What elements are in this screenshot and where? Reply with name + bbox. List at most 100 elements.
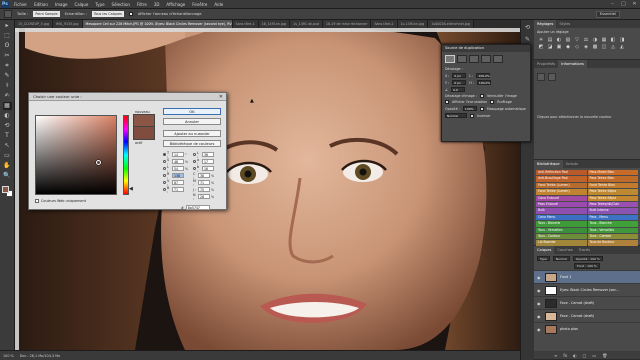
color-mode-radio[interactable]	[163, 153, 166, 156]
style-preset[interactable]: Bulk	[536, 208, 587, 214]
layer-footer-icon[interactable]: ◐	[573, 353, 577, 358]
adjustment-icon[interactable]: ▤	[546, 37, 554, 43]
adjustment-icon[interactable]: ▩	[591, 44, 599, 50]
tool-icon[interactable]: ✎	[3, 72, 12, 80]
menu-item[interactable]: Aide	[214, 2, 223, 7]
menu-item[interactable]: Calque	[74, 2, 88, 7]
style-preset[interactable]: Tous - Versailles	[587, 227, 638, 233]
maximize-button[interactable]: □	[620, 1, 627, 7]
hex-input[interactable]: 8a5747	[185, 205, 210, 210]
x-offset-field[interactable]: 0 px	[452, 73, 467, 78]
tab-properties[interactable]: Propriétés	[534, 60, 558, 68]
color-picker-title[interactable]: Choisir une couleur unie :	[29, 93, 226, 101]
menu-item[interactable]: 3D	[154, 2, 160, 7]
color-mode-radio[interactable]	[193, 160, 196, 163]
ok-button[interactable]: OK	[163, 108, 221, 115]
angle-field[interactable]: 0,0	[450, 87, 465, 92]
menu-item[interactable]: Type	[95, 2, 104, 7]
tool-icon[interactable]: ✂	[3, 52, 12, 60]
menu-item[interactable]: Fichier	[14, 2, 27, 7]
style-preset[interactable]: Lib Boarder	[536, 240, 587, 246]
tool-icon[interactable]: ✋	[3, 162, 12, 170]
style-preset[interactable]: Pass - Menu	[587, 214, 638, 221]
adjustment-icon[interactable]: ⚖	[582, 37, 590, 43]
style-preset[interactable]: Anti-Reflection Pool	[536, 170, 587, 176]
color-field-input[interactable]: 71	[198, 180, 210, 185]
style-preset[interactable]: Tous - Blanche	[587, 221, 638, 227]
style-preset[interactable]: Anti-Brouillage Pool	[536, 176, 587, 182]
adjustment-icon[interactable]: ◧	[609, 37, 617, 43]
menu-item[interactable]: Image	[55, 2, 68, 7]
zoom-level[interactable]: 100 %	[3, 354, 14, 358]
style-preset[interactable]: Tous - Contour	[536, 233, 587, 240]
auto-hide-checkbox[interactable]	[479, 106, 484, 111]
hue-slider-handle-icon[interactable]: ◀	[129, 187, 133, 192]
document-tab[interactable]: 15_CLOSEUP_5.jpg	[15, 20, 53, 28]
style-preset[interactable]: Bulk Intense	[587, 208, 638, 214]
style-preset[interactable]: Cano Menu	[536, 214, 587, 221]
current-color-swatch[interactable]	[133, 127, 155, 140]
hue-slider[interactable]	[123, 115, 129, 195]
eye-icon[interactable]: ◉	[537, 301, 542, 306]
document-tab[interactable]: Sans titre-1	[232, 20, 259, 28]
adjustment-icon[interactable]: ▣	[555, 44, 563, 50]
style-preset[interactable]: Pass Teinte Sépia	[587, 189, 638, 195]
tool-icon[interactable]: ʘ	[3, 42, 12, 50]
eyedropper-tool-icon[interactable]	[4, 10, 12, 18]
style-preset[interactable]: Pass Teinte Bleu	[587, 176, 638, 182]
tool-icon[interactable]: ▭	[3, 152, 12, 160]
layer-footer-icon[interactable]: ∞	[554, 353, 557, 358]
brush-presets-icon[interactable]: ✎	[524, 36, 532, 44]
menu-item[interactable]: Affichage	[166, 2, 185, 7]
tool-icon[interactable]: ⬚	[3, 32, 12, 40]
tab-scripts[interactable]: Scripts	[563, 160, 581, 168]
style-preset[interactable]: Tous - Cambie	[587, 233, 638, 240]
layer-footer-icon[interactable]: ▭	[592, 353, 596, 358]
adjustment-icon[interactable]: ▽	[573, 37, 581, 43]
adjustment-icon[interactable]: ◐	[555, 37, 563, 43]
color-libraries-button[interactable]: Bibliothèque de couleurs	[163, 140, 221, 147]
color-field-input[interactable]: 87	[172, 180, 184, 185]
color-field-input[interactable]: 36	[202, 152, 214, 157]
clone-source-slot-4[interactable]	[481, 55, 491, 63]
y-offset-field[interactable]: 0 px	[452, 80, 467, 85]
color-mode-radio[interactable]	[163, 188, 166, 191]
tool-icon[interactable]: ⌗	[3, 62, 12, 70]
style-preset[interactable]: Fond Teinte Bleu	[587, 182, 638, 189]
color-field-input[interactable]: 54	[172, 166, 184, 171]
color-field-input[interactable]: 14	[172, 152, 184, 157]
adjustment-icon[interactable]: ◪	[546, 44, 554, 50]
layer-footer-icon[interactable]: fx	[563, 353, 567, 358]
style-preset[interactable]: Pass Teinte/dil/Clair	[587, 201, 638, 208]
color-field-input[interactable]: 16	[202, 166, 214, 171]
color-field-input[interactable]: 138	[172, 173, 184, 178]
close-icon[interactable]: ✕	[219, 93, 223, 101]
adjustment-icon[interactable]: ☀	[537, 37, 545, 43]
tool-icon[interactable]: ◐	[3, 112, 12, 120]
height-scale-field[interactable]: 100,0%	[476, 80, 491, 85]
saturation-brightness-field[interactable]	[35, 115, 117, 195]
color-field-input[interactable]: 38	[198, 173, 210, 178]
tab-channels[interactable]: Couches	[554, 246, 575, 254]
color-swatches[interactable]	[1, 186, 13, 197]
lock-frame-checkbox[interactable]	[479, 94, 484, 98]
layer-footer-icon[interactable]: ▢	[583, 353, 587, 358]
foreground-color-swatch[interactable]	[1, 186, 9, 193]
adjustment-icon[interactable]: ◭	[618, 44, 626, 50]
tab-info[interactable]: Informations	[558, 60, 587, 68]
adjustment-icon[interactable]: ▧	[564, 37, 572, 43]
tab-styles[interactable]: Styles	[556, 20, 573, 28]
document-tab[interactable]: 1s_1491 ok.psd	[290, 20, 323, 28]
color-mode-radio[interactable]	[163, 167, 166, 170]
style-preset[interactable]: Pass Teinte Sépia	[587, 195, 638, 201]
clone-source-slot-1[interactable]	[445, 55, 455, 63]
eye-icon[interactable]: ◉	[537, 288, 542, 293]
document-tab[interactable]: Mesopore Cell sur 226 Mitch.JPG @ 100% (…	[82, 20, 233, 28]
tool-icon[interactable]: ⚕	[3, 82, 12, 90]
overlay-blend-select[interactable]: Normal	[445, 113, 467, 118]
tool-icon[interactable]: 🔍	[3, 172, 12, 180]
eye-icon[interactable]: ◉	[537, 327, 542, 332]
document-tab[interactable]: Sans titre-2	[371, 20, 398, 28]
tool-icon[interactable]: ▸	[3, 22, 12, 30]
tool-icon[interactable]: ▦	[2, 102, 12, 110]
